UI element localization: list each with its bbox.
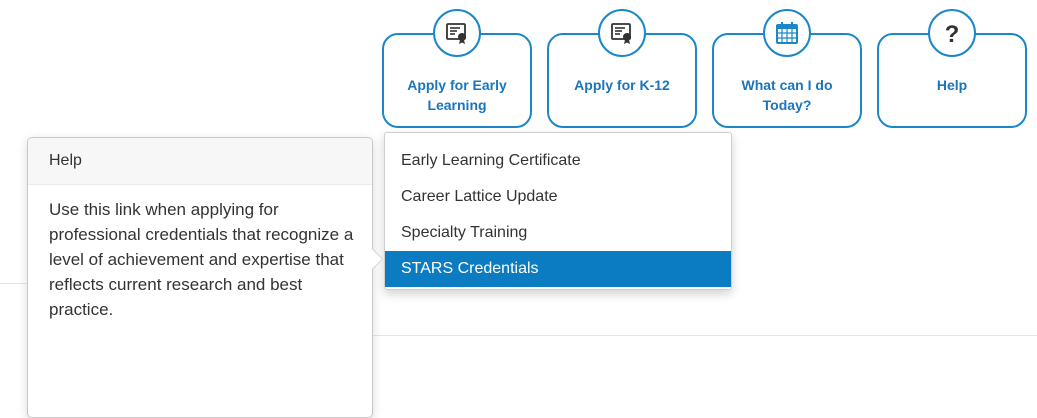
- certificate-icon: [433, 9, 481, 57]
- calendar-icon: [763, 9, 811, 57]
- background-divider-bottom: [373, 335, 1037, 336]
- menu-item-stars-credentials[interactable]: STARS Credentials: [385, 251, 731, 287]
- menu-item-specialty-training[interactable]: Specialty Training: [385, 215, 731, 251]
- early-learning-dropdown-menu: Early Learning Certificate Career Lattic…: [384, 132, 732, 290]
- apply-early-learning-label: Apply for Early Learning: [407, 77, 507, 113]
- apply-early-learning-button[interactable]: Apply for Early Learning: [382, 9, 532, 128]
- background-divider-top: [0, 283, 27, 284]
- help-popover: Help Use this link when applying for pro…: [27, 137, 383, 418]
- popover-title: Help: [28, 138, 372, 185]
- question-icon: ?: [928, 9, 976, 57]
- what-can-i-do-today-button[interactable]: What can I do Today?: [712, 9, 862, 128]
- apply-k12-button[interactable]: Apply for K-12: [547, 9, 697, 128]
- what-can-i-do-today-label: What can I do Today?: [741, 77, 833, 113]
- popover-arrow-inner: [372, 249, 382, 269]
- svg-text:?: ?: [945, 21, 960, 45]
- help-button[interactable]: ? Help: [877, 9, 1027, 128]
- help-label: Help: [936, 77, 968, 93]
- menu-item-early-learning-certificate[interactable]: Early Learning Certificate: [385, 143, 731, 179]
- apply-k12-label: Apply for K-12: [574, 77, 670, 93]
- menu-item-career-lattice-update[interactable]: Career Lattice Update: [385, 179, 731, 215]
- popover-body: Use this link when applying for professi…: [49, 200, 354, 319]
- certificate-icon: [598, 9, 646, 57]
